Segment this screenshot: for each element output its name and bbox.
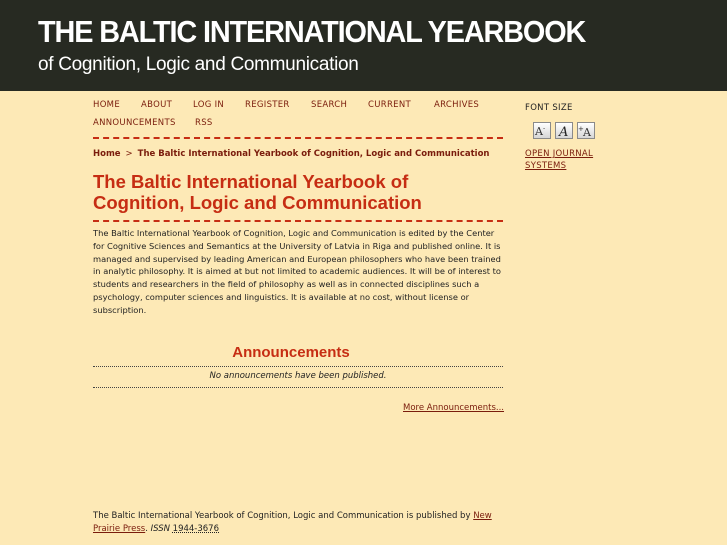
journal-description: The Baltic International Yearbook of Cog… <box>93 228 502 315</box>
nav-about[interactable]: ABOUT <box>141 100 172 110</box>
font-size-label: FONT SIZE <box>525 103 573 113</box>
nav-register[interactable]: REGISTER <box>245 100 290 110</box>
breadcrumb-current[interactable]: The Baltic International Yearbook of Cog… <box>138 149 490 159</box>
font-smaller-icon: A - <box>534 125 545 138</box>
nav-divider <box>93 137 503 139</box>
nav-archives[interactable]: ARCHIVES <box>434 100 479 110</box>
page-title-line-1: The Baltic International Yearbook of <box>93 171 409 192</box>
no-announcements-message: No announcements have been published. <box>209 371 387 381</box>
issn-label: ISSN <box>150 524 170 534</box>
announcements-top-divider <box>93 366 503 367</box>
svg-text:A: A <box>558 125 568 138</box>
nav-search[interactable]: SEARCH <box>311 100 347 110</box>
more-announcements-link[interactable]: More Announcements... <box>403 403 504 413</box>
page-title: The Baltic International Yearbook of Cog… <box>93 171 503 213</box>
footer-text: The Baltic International Yearbook of Cog… <box>93 511 471 521</box>
font-larger-icon: + A <box>578 125 592 138</box>
font-default-icon: A <box>558 125 568 138</box>
announcements-heading: Announcements <box>232 344 350 361</box>
nav-login[interactable]: LOG IN <box>193 100 224 110</box>
issn-number: 1944-3676 <box>172 524 220 534</box>
font-size-controls: A - A + A <box>533 122 595 139</box>
nav-announcements[interactable]: ANNOUNCEMENTS <box>93 118 176 128</box>
page-title-line-2: Cognition, Logic and Communication <box>93 192 422 213</box>
svg-text:A: A <box>582 126 592 138</box>
title-divider <box>93 220 503 222</box>
font-smaller-button[interactable]: A - <box>533 122 551 139</box>
open-journal-systems-link[interactable]: OPEN JOURNAL SYSTEMS <box>525 148 625 172</box>
font-default-button[interactable]: A <box>555 122 573 139</box>
font-larger-button[interactable]: + A <box>577 122 595 139</box>
footer: The Baltic International Yearbook of Cog… <box>93 511 492 534</box>
nav-rss[interactable]: RSS <box>195 118 213 128</box>
breadcrumb-separator: > <box>125 149 133 159</box>
site-subtitle: of Cognition, Logic and Communication <box>38 54 359 75</box>
site-title[interactable]: THE BALTIC INTERNATIONAL YEARBOOK <box>38 14 586 50</box>
site-header: THE BALTIC INTERNATIONAL YEARBOOK of Cog… <box>0 0 727 91</box>
breadcrumb: Home > The Baltic International Yearbook… <box>93 149 489 159</box>
nav-home[interactable]: HOME <box>93 100 120 110</box>
breadcrumb-home[interactable]: Home <box>93 149 121 159</box>
svg-text:-: - <box>543 125 545 132</box>
announcements-bottom-divider <box>93 387 503 388</box>
nav-current[interactable]: CURRENT <box>368 100 411 110</box>
sidebar: FONT SIZE A - A + A OPEN JOURNAL SYSTEMS <box>525 103 635 171</box>
